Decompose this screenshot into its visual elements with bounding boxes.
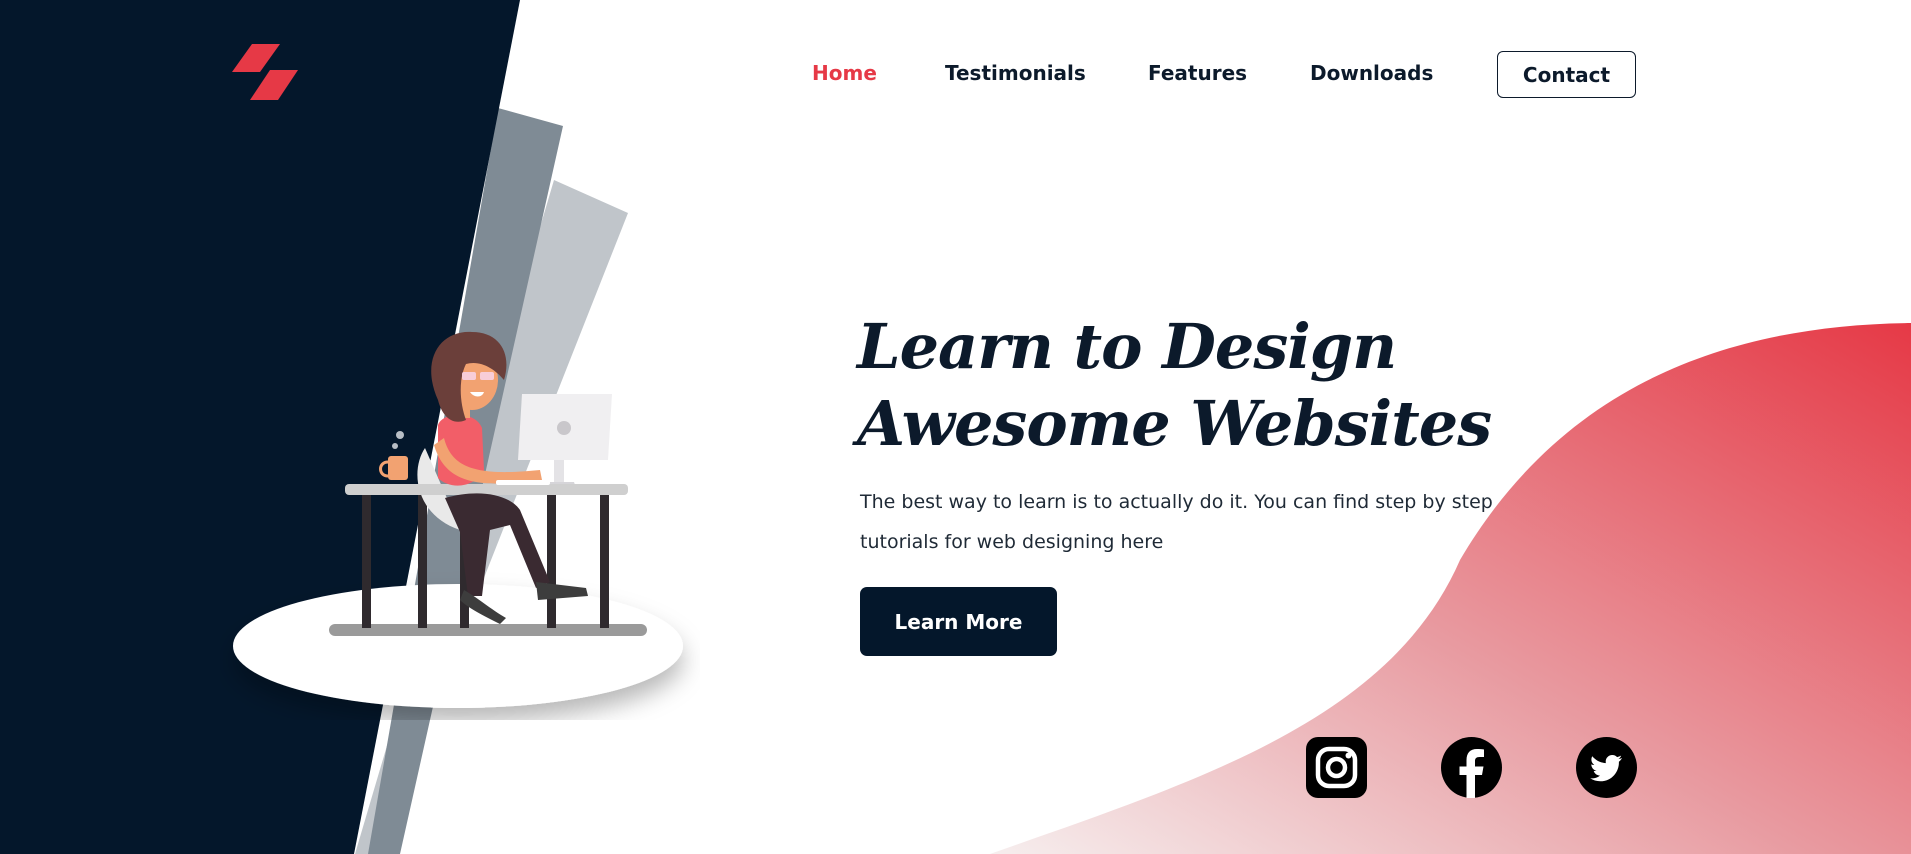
contact-button[interactable]: Contact — [1497, 51, 1636, 98]
nav-item-features[interactable]: Features — [1148, 61, 1247, 85]
instagram-icon[interactable] — [1306, 737, 1367, 798]
learn-more-button[interactable]: Learn More — [860, 587, 1057, 656]
hero-section: Learn to Design Awesome Websites The bes… — [857, 308, 1577, 562]
hero-title-line-1: Learn to Design — [857, 310, 1397, 383]
nav-item-downloads[interactable]: Downloads — [1310, 61, 1433, 85]
main-nav: Home Testimonials Features Downloads Con… — [0, 51, 1911, 101]
hero-description: The best way to learn is to actually do … — [860, 491, 1493, 553]
landing-page: Home Testimonials Features Downloads Con… — [0, 0, 1911, 854]
nav-item-testimonials[interactable]: Testimonials — [945, 61, 1086, 85]
twitter-icon[interactable] — [1576, 737, 1637, 798]
woman-at-desk-illustration — [233, 331, 683, 708]
nav-item-home[interactable]: Home — [812, 61, 877, 85]
hero-title: Learn to Design Awesome Websites — [857, 308, 1577, 462]
facebook-icon[interactable] — [1441, 737, 1502, 798]
hero-title-line-2: Awesome Websites — [857, 387, 1492, 460]
